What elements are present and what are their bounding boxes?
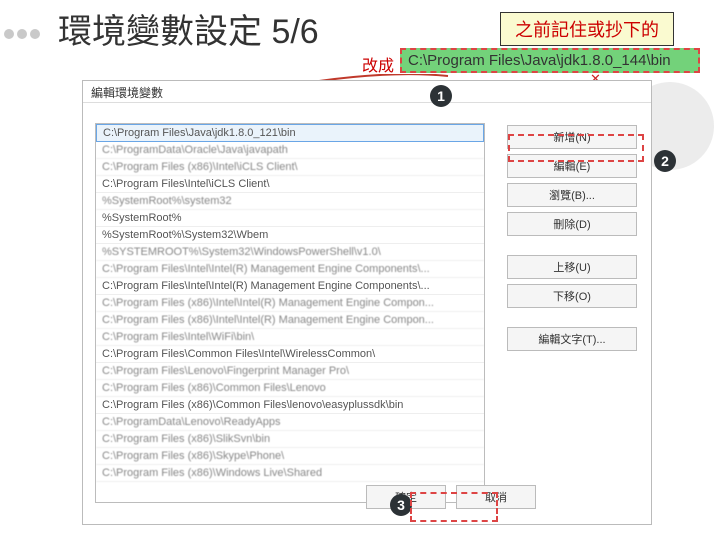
path-list[interactable]: C:\Program Files\Java\jdk1.8.0_121\bin C… (95, 123, 485, 503)
list-item[interactable]: C:\Program Files (x86)\Intel\iCLS Client… (96, 159, 484, 176)
list-item[interactable]: C:\Program Files\Intel\WiFi\bin\ (96, 329, 484, 346)
slide-title: 環境變數設定 5/6 (58, 4, 319, 53)
list-item[interactable]: C:\Program Files (x86)\Common Files\Leno… (96, 380, 484, 397)
change-to-label: 改成 (362, 52, 394, 76)
browse-button[interactable]: 瀏覽(B)... (507, 183, 637, 207)
button-column: 新增(N) 編輯(E) 瀏覽(B)... 刪除(D) 上移(U) 下移(O) 編… (507, 125, 637, 356)
list-item[interactable]: C:\Program Files (x86)\SlikSvn\bin (96, 431, 484, 448)
list-item[interactable]: C:\Program Files\Common Files\Intel\Wire… (96, 346, 484, 363)
list-item[interactable]: C:\Program Files\Lenovo\Fingerprint Mana… (96, 363, 484, 380)
edit-button[interactable]: 編輯(E) (507, 154, 637, 178)
callout-1: 1 (430, 85, 452, 107)
env-var-dialog: 編輯環境變數 C:\Program Files\Java\jdk1.8.0_12… (82, 80, 652, 525)
list-item[interactable]: C:\ProgramData\Lenovo\ReadyApps (96, 414, 484, 431)
list-item[interactable]: C:\Program Files (x86)\Skype\Phone\ (96, 448, 484, 465)
cancel-button[interactable]: 取消 (456, 485, 536, 509)
list-item[interactable]: %SystemRoot%\System32\Wbem (96, 227, 484, 244)
move-down-button[interactable]: 下移(O) (507, 284, 637, 308)
list-item[interactable]: C:\Program Files\Intel\Intel(R) Manageme… (96, 278, 484, 295)
list-item[interactable]: C:\Program Files (x86)\Intel\Intel(R) Ma… (96, 312, 484, 329)
dialog-titlebar: 編輯環境變數 (83, 81, 651, 103)
delete-button[interactable]: 刪除(D) (507, 212, 637, 236)
list-item[interactable]: C:\ProgramData\Oracle\Java\javapath (96, 142, 484, 159)
slide-bullets (4, 26, 43, 44)
callout-3: 3 (390, 494, 412, 516)
callout-2: 2 (654, 150, 676, 172)
list-item[interactable]: %SystemRoot%\system32 (96, 193, 484, 210)
list-item[interactable]: C:\Program Files (x86)\Windows Live\Shar… (96, 465, 484, 482)
list-item[interactable]: C:\Program Files\Intel\Intel(R) Manageme… (96, 261, 484, 278)
edit-text-button[interactable]: 編輯文字(T)... (507, 327, 637, 351)
reminder-box: 之前記住或抄下的 (500, 12, 674, 46)
list-item[interactable]: %SystemRoot% (96, 210, 484, 227)
new-button[interactable]: 新增(N) (507, 125, 637, 149)
list-item[interactable]: %SYSTEMROOT%\System32\WindowsPowerShell\… (96, 244, 484, 261)
target-path-box: C:\Program Files\Java\jdk1.8.0_144\bin (400, 48, 700, 73)
list-item[interactable]: C:\Program Files (x86)\Common Files\leno… (96, 397, 484, 414)
list-item[interactable]: C:\Program Files\Java\jdk1.8.0_121\bin (96, 124, 484, 142)
list-item[interactable]: C:\Program Files (x86)\Intel\Intel(R) Ma… (96, 295, 484, 312)
list-item[interactable]: C:\Program Files\Intel\iCLS Client\ (96, 176, 484, 193)
move-up-button[interactable]: 上移(U) (507, 255, 637, 279)
